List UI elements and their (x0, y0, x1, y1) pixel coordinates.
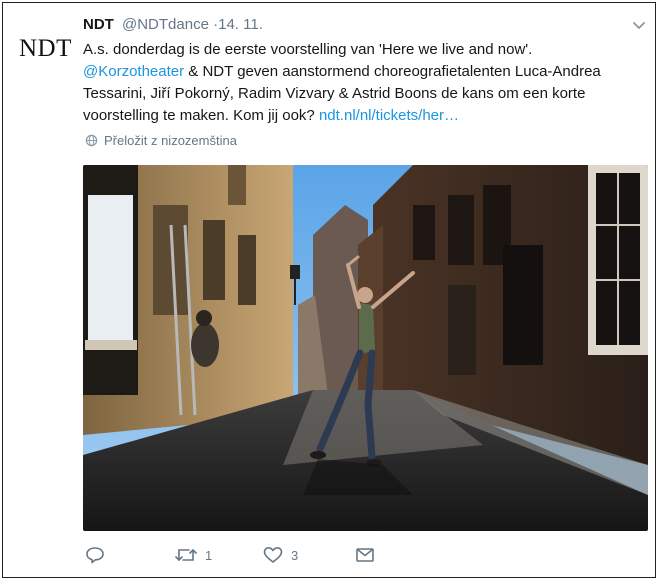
tweet-text-line: Tessarini, Jiří Pokorný, Radim Vizvary &… (83, 85, 586, 102)
tweet-photo[interactable] (83, 165, 648, 531)
retweet-button[interactable]: 1 (175, 543, 212, 567)
mail-icon (356, 548, 374, 562)
tweet-card[interactable]: NDT NDT @NDTdance ·14. 11. A.s. donderda… (2, 2, 656, 578)
retweet-count: 1 (205, 547, 213, 563)
tweet-text-line: @Korzotheater & NDT geven aanstormend ch… (83, 61, 648, 83)
tweet-text-fragment: voorstelling te maken. Kom jij ook? (83, 107, 319, 124)
timestamp[interactable]: 14. 11. (218, 16, 263, 33)
like-button[interactable]: 3 (263, 543, 298, 567)
heart-icon (263, 547, 283, 563)
direct-message-button[interactable] (355, 543, 375, 567)
reply-button[interactable] (85, 543, 113, 567)
tweet-header: NDT @NDTdance ·14. 11. (83, 15, 263, 35)
translate-label: Přeložit z nizozemština (104, 133, 237, 148)
avatar-logo-text: NDT (19, 35, 72, 62)
tweet-text-line: A.s. donderdag is de eerste voorstelling… (83, 41, 533, 58)
reply-icon (86, 547, 104, 564)
like-count: 3 (291, 547, 299, 563)
street-dancer-photo (83, 165, 648, 531)
tweet-actions: 1 3 (83, 543, 643, 567)
mention-link[interactable]: @Korzotheater (83, 63, 184, 80)
more-options-button[interactable] (631, 17, 647, 33)
retweet-icon (175, 549, 197, 561)
tweet-text-fragment: & NDT geven aanstormend choreografietale… (184, 63, 601, 80)
translate-button[interactable]: Přeložit z nizozemština (85, 133, 237, 148)
globe-icon (85, 134, 98, 147)
author-name[interactable]: NDT (83, 16, 114, 33)
avatar[interactable]: NDT (19, 35, 72, 63)
author-handle[interactable]: @NDTdance (122, 16, 209, 33)
url-link[interactable]: ndt.nl/nl/tickets/her… (319, 107, 459, 124)
tweet-text-line: voorstelling te maken. Kom jij ook? ndt.… (83, 105, 648, 127)
tweet-text: A.s. donderdag is de eerste voorstelling… (83, 39, 648, 127)
chevron-down-icon (633, 22, 645, 29)
